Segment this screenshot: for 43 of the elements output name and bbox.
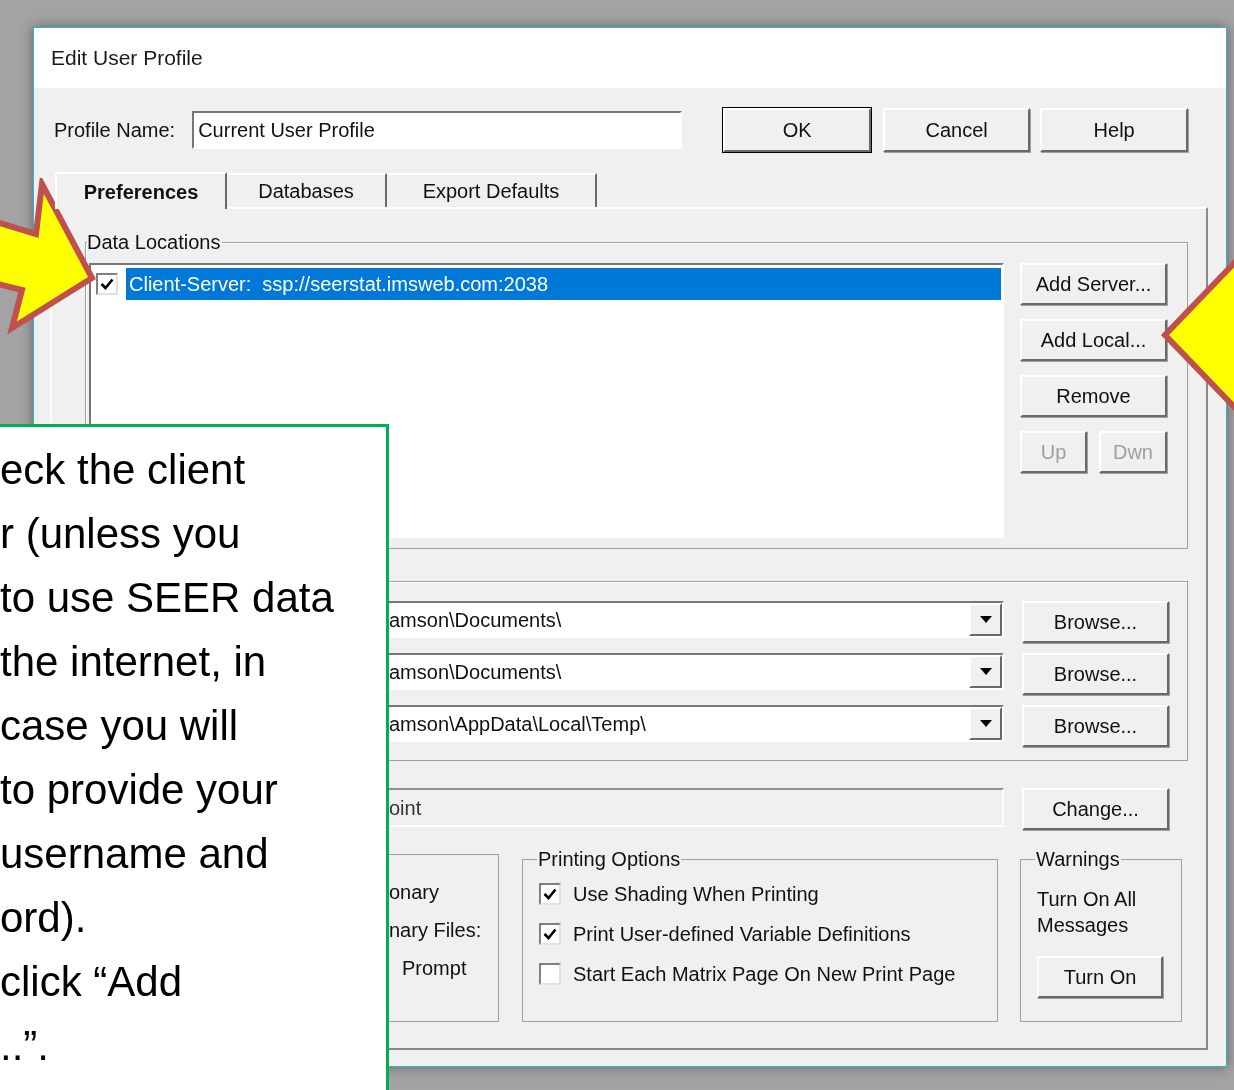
browse-button[interactable]: Browse... <box>1022 601 1169 643</box>
option-label: nary Files: <box>389 918 483 942</box>
profile-name-field[interactable]: Current User Profile <box>192 111 683 149</box>
dialog-button[interactable]: OK <box>723 108 872 152</box>
browse-button[interactable]: Browse... <box>1022 705 1169 747</box>
checkbox[interactable] <box>539 963 561 985</box>
printer-field[interactable]: oint <box>389 788 1004 827</box>
group-label: Warnings <box>1035 847 1121 872</box>
checkbox-label: Start Each Matrix Page On New Print Page <box>573 962 956 987</box>
checkbox[interactable] <box>96 273 118 295</box>
warnings-text: Turn On All Messages <box>1037 887 1138 938</box>
check-icon <box>543 927 557 941</box>
location-button[interactable]: Add Local... <box>1020 319 1167 361</box>
tab[interactable]: Databases <box>227 173 387 207</box>
window-title: Edit User Profile <box>51 45 203 72</box>
checkbox-label: Use Shading When Printing <box>573 882 819 907</box>
dropdown-value: amson\AppData\Local\Temp\ <box>389 711 647 737</box>
folder-dropdown[interactable]: amson\Documents\ <box>389 653 1004 690</box>
dropdown-value: amson\Documents\ <box>389 607 563 633</box>
location-button[interactable]: Add Server... <box>1020 263 1167 305</box>
change-button[interactable]: Change... <box>1022 788 1169 830</box>
dropdown-value: amson\Documents\ <box>389 659 563 685</box>
browse-button[interactable]: Browse... <box>1022 653 1169 695</box>
turn-on-button[interactable]: Turn On <box>1037 956 1163 998</box>
list-item[interactable]: Client-Server: ssp://seerstat.imsweb.com:2038 <box>126 268 1001 300</box>
checkbox-label: Print User-defined Variable Definitions <box>573 922 911 947</box>
option-label: onary <box>389 880 441 904</box>
option-label: Prompt <box>401 956 468 980</box>
field-label: Profile Name: <box>54 118 176 143</box>
tab[interactable]: Export Defaults <box>387 173 597 207</box>
check-icon <box>543 887 557 901</box>
group-label: Data Locations <box>87 230 222 255</box>
checkbox[interactable] <box>539 923 561 945</box>
dialog-button[interactable]: Help <box>1040 108 1189 152</box>
group-label: Printing Options <box>537 847 682 872</box>
tab[interactable]: Preferences <box>55 172 227 209</box>
folder-dropdown[interactable]: amson\Documents\ <box>389 601 1004 638</box>
dialog-button[interactable]: Cancel <box>883 108 1031 152</box>
callout-text: eck the client r (unless you to use SEER data the internet, in case you will to provide your username and ord). click “Add ..”. <box>0 445 335 1071</box>
check-icon <box>100 277 114 291</box>
folder-dropdown[interactable]: amson\AppData\Local\Temp\ <box>389 705 1004 742</box>
checkbox[interactable] <box>539 883 561 905</box>
location-button[interactable]: Remove <box>1020 375 1167 417</box>
